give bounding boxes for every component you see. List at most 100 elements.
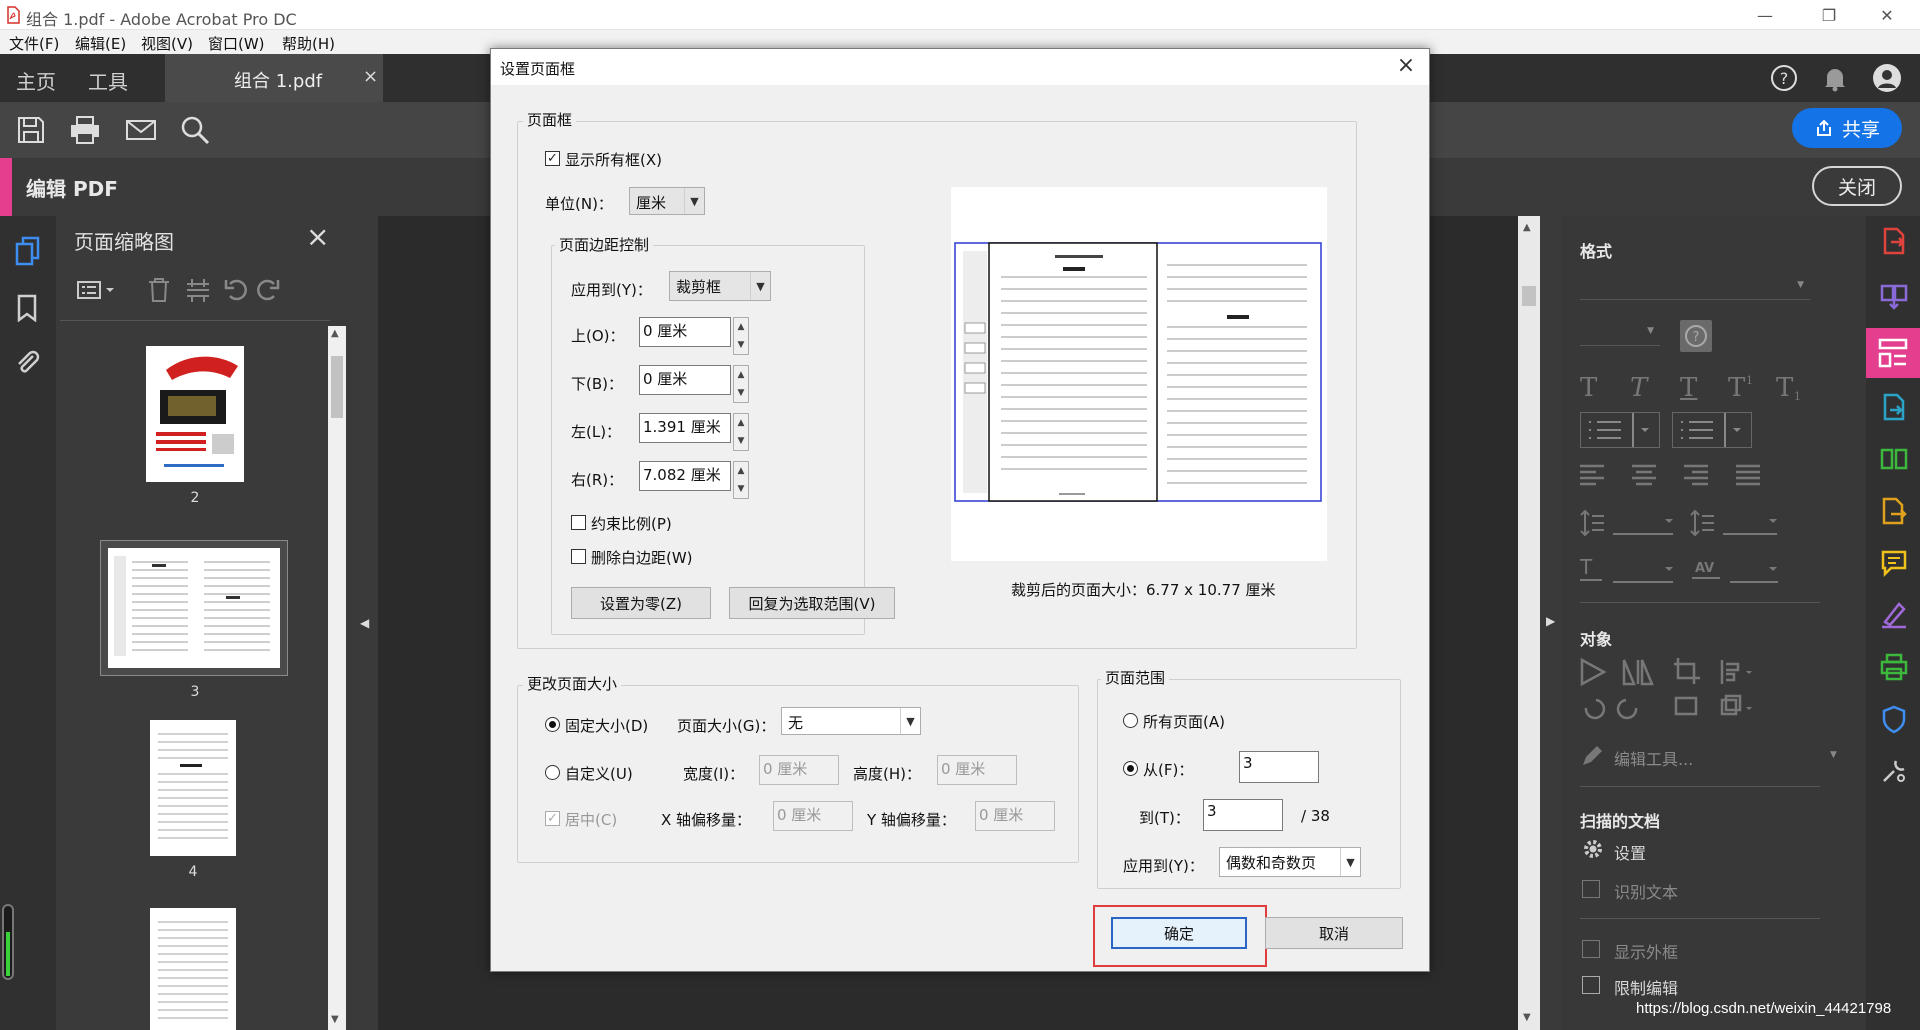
pages-icon[interactable] — [14, 236, 42, 266]
dialog-close-button[interactable]: × — [1391, 53, 1421, 81]
page-thumbnail-3-selected[interactable] — [100, 540, 288, 676]
all-pages-radio[interactable] — [1123, 713, 1138, 728]
tab-close-button[interactable]: × — [363, 66, 378, 87]
page-thumbnail-4[interactable] — [150, 720, 236, 856]
delete-page-icon[interactable] — [146, 276, 172, 304]
range-apply-select[interactable]: 偶数和奇数页 ▼ — [1219, 847, 1361, 877]
text-style-icons[interactable]: TTTT1T1 — [1580, 372, 1830, 400]
menu-view[interactable]: 视图(V) — [141, 33, 193, 54]
rotate-left-icon[interactable] — [222, 276, 248, 304]
menu-window[interactable]: 窗口(W) — [208, 33, 265, 54]
minimize-button[interactable]: — — [1742, 0, 1788, 30]
top-margin-spinner[interactable]: ▲ ▼ — [733, 317, 749, 355]
print-production-icon[interactable] — [1879, 652, 1909, 682]
organize-pages-icon[interactable] — [1879, 444, 1909, 474]
left-margin-spinner[interactable]: ▲ ▼ — [733, 413, 749, 451]
numbered-list-button[interactable] — [1672, 412, 1752, 448]
custom-size-radio[interactable] — [545, 765, 560, 780]
set-to-zero-button[interactable]: 设置为零(Z) — [571, 587, 711, 619]
more-tools-icon[interactable] — [1879, 756, 1909, 786]
recognize-text-checkbox[interactable] — [1582, 880, 1600, 898]
email-icon[interactable] — [124, 113, 158, 147]
restrict-edit-checkbox[interactable] — [1582, 976, 1600, 994]
avatar[interactable] — [1872, 63, 1902, 93]
from-radio[interactable] — [1123, 761, 1138, 776]
right-margin-spinner[interactable]: ▲ ▼ — [733, 461, 749, 499]
font-family-dropdown[interactable]: ▼ — [1580, 276, 1810, 300]
attachment-icon[interactable] — [13, 348, 41, 376]
document-scrollbar[interactable]: ▲ ▼ — [1518, 216, 1540, 1030]
page-thumbnail-2[interactable] — [146, 346, 244, 482]
print-icon[interactable] — [68, 113, 102, 147]
right-margin-input[interactable]: 7.082 厘米 — [639, 461, 731, 491]
doc-scroll-thumb[interactable] — [1522, 286, 1536, 306]
edit-pdf-tool-icon[interactable] — [1866, 328, 1920, 378]
close-window-button[interactable]: ✕ — [1864, 0, 1910, 30]
create-pdf-icon[interactable] — [1879, 392, 1909, 422]
thumbnail-options-icon[interactable] — [76, 278, 118, 302]
margin-apply-select[interactable]: 裁剪框 ▼ — [669, 271, 771, 301]
settings-link[interactable]: 设置 — [1614, 840, 1646, 864]
unit-select[interactable]: 厘米 ▼ — [629, 187, 705, 215]
fixed-size-radio[interactable] — [545, 717, 560, 732]
bottom-margin-input[interactable]: 0 厘米 — [639, 365, 731, 395]
text-scale-icon[interactable]: T AV — [1580, 554, 1780, 584]
page-size-select[interactable]: 无 ▼ — [781, 707, 921, 735]
export-pdf-icon[interactable] — [1879, 226, 1909, 256]
doc-scroll-up-icon[interactable]: ▲ — [1523, 222, 1531, 233]
close-panel-icon[interactable]: × — [306, 220, 329, 253]
bullet-list-button[interactable] — [1580, 412, 1660, 448]
export-to-icon[interactable] — [1879, 496, 1909, 526]
show-all-boxes-checkbox[interactable]: ✓ — [545, 151, 560, 166]
close-edit-button[interactable]: 关闭 — [1812, 166, 1902, 206]
scroll-up-arrow-icon[interactable]: ▲ — [331, 328, 339, 339]
help-icon[interactable]: ? — [1770, 64, 1798, 92]
page-thumbnail-5[interactable] — [150, 908, 236, 1030]
crop-pages-icon[interactable] — [184, 276, 212, 304]
remove-white-margins-checkbox[interactable] — [571, 549, 586, 564]
bell-icon[interactable] — [1822, 64, 1848, 92]
revert-to-selection-button[interactable]: 回复为选取范围(V) — [729, 587, 895, 619]
to-input[interactable]: 3 — [1203, 799, 1283, 831]
edit-tools-dropdown[interactable]: 编辑工具... — [1614, 746, 1693, 770]
from-input[interactable]: 3 — [1239, 751, 1319, 783]
combine-files-icon[interactable] — [1879, 280, 1909, 310]
line-spacing-icon[interactable] — [1580, 508, 1780, 538]
tab-tools[interactable]: 工具 — [88, 66, 128, 95]
doc-scroll-down-icon[interactable]: ▼ — [1523, 1012, 1531, 1023]
left-margin-input[interactable]: 1.391 厘米 — [639, 413, 731, 443]
protect-icon[interactable] — [1879, 704, 1909, 734]
search-icon[interactable] — [178, 113, 212, 147]
constrain-proportions-checkbox[interactable] — [571, 515, 586, 530]
save-icon[interactable] — [14, 113, 48, 147]
thumbnail-scrollbar[interactable]: ▲ ▼ — [328, 326, 346, 1030]
alignment-icons[interactable] — [1580, 462, 1800, 488]
menu-help[interactable]: 帮助(H) — [282, 33, 335, 54]
x-offset-input[interactable]: 0 厘米 — [773, 801, 853, 831]
show-bbox-checkbox[interactable] — [1582, 940, 1600, 958]
share-button[interactable]: 共享 — [1792, 108, 1902, 148]
fill-sign-icon[interactable] — [1879, 600, 1909, 630]
right-panel-collapse[interactable]: ▶ — [1540, 216, 1562, 1030]
scroll-thumb[interactable] — [331, 356, 343, 418]
font-size-dropdown[interactable]: ▼ — [1580, 322, 1660, 346]
center-checkbox[interactable]: ✓ — [545, 811, 560, 826]
height-input[interactable]: 0 厘米 — [937, 755, 1017, 785]
restore-button[interactable]: ❐ — [1806, 0, 1852, 30]
bookmark-icon[interactable] — [15, 294, 39, 322]
left-panel-collapse[interactable]: ◀ — [352, 216, 378, 1030]
top-margin-input[interactable]: 0 厘米 — [639, 317, 731, 347]
font-help-icon[interactable]: ? — [1680, 320, 1712, 352]
comment-icon[interactable] — [1879, 548, 1909, 578]
scroll-down-arrow-icon[interactable]: ▼ — [331, 1014, 339, 1025]
width-input[interactable]: 0 厘米 — [759, 755, 839, 785]
cancel-button[interactable]: 取消 — [1265, 917, 1403, 949]
ok-button[interactable]: 确定 — [1111, 917, 1247, 949]
tab-home[interactable]: 主页 — [16, 66, 56, 95]
menu-edit[interactable]: 编辑(E) — [75, 33, 126, 54]
rotate-right-icon[interactable] — [256, 276, 282, 304]
tab-document[interactable]: 组合 1.pdf × — [165, 54, 383, 102]
menu-file[interactable]: 文件(F) — [9, 33, 59, 54]
bottom-margin-spinner[interactable]: ▲ ▼ — [733, 365, 749, 403]
y-offset-input[interactable]: 0 厘米 — [975, 801, 1055, 831]
